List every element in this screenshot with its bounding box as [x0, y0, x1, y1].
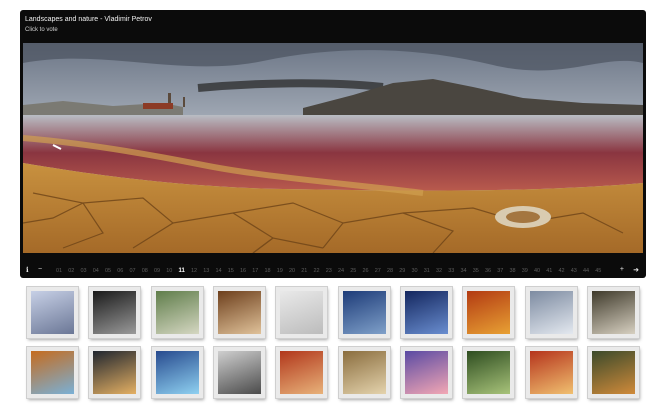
thumbnail-image	[93, 351, 137, 394]
thumbnail-image	[591, 351, 635, 394]
page-link-26[interactable]: 26	[362, 268, 368, 274]
page-link-02[interactable]: 02	[68, 268, 74, 274]
page-link-06[interactable]: 06	[117, 268, 123, 274]
page-link-12[interactable]: 12	[191, 268, 197, 274]
page-link-24[interactable]: 24	[338, 268, 344, 274]
share-icon[interactable]: ➜	[633, 266, 639, 274]
thumbnail-white-abstract[interactable]	[276, 287, 328, 338]
thumbnail-rock-canyon[interactable]	[213, 287, 265, 338]
page-link-33[interactable]: 33	[448, 268, 454, 274]
page-link-22[interactable]: 22	[313, 268, 319, 274]
thumbnail-green-forest[interactable]	[463, 347, 515, 398]
page-link-15[interactable]: 15	[228, 268, 234, 274]
thumbnail-blue-lake-night[interactable]	[338, 287, 390, 338]
photo-title: Landscapes and nature - Vladimir Petrov	[25, 16, 152, 23]
page-link-04[interactable]: 04	[93, 268, 99, 274]
thumbnail-image	[280, 351, 324, 394]
page-link-18[interactable]: 18	[264, 268, 270, 274]
thumbnail-ocean-blue[interactable]	[400, 287, 452, 338]
page-link-05[interactable]: 05	[105, 268, 111, 274]
page-link-38[interactable]: 38	[509, 268, 515, 274]
thumbnail-image	[342, 351, 386, 394]
thumbnail-grid	[27, 287, 639, 407]
thumbnail-image	[155, 291, 199, 334]
thumbnail-image	[342, 291, 386, 334]
thumbnail-red-sunrays[interactable]	[525, 347, 577, 398]
thumbnail-row	[27, 347, 639, 398]
page-link-42[interactable]: 42	[558, 268, 564, 274]
main-photo[interactable]	[23, 43, 643, 253]
thumbnail-cloudy-sky[interactable]	[525, 287, 577, 338]
thumbnail-image	[591, 291, 635, 334]
page-link-30[interactable]: 30	[411, 268, 417, 274]
page-link-09[interactable]: 09	[154, 268, 160, 274]
minus-icon[interactable]: −	[38, 266, 42, 273]
thumbnail-image	[467, 351, 511, 394]
page-link-34[interactable]: 34	[460, 268, 466, 274]
page-link-07[interactable]: 07	[130, 268, 136, 274]
thumbnail-reflection-water[interactable]	[213, 347, 265, 398]
page-link-29[interactable]: 29	[399, 268, 405, 274]
page-link-21[interactable]: 21	[301, 268, 307, 274]
thumbnail-purple-dusk[interactable]	[400, 347, 452, 398]
thumbnail-palm-forest[interactable]	[151, 287, 203, 338]
page-link-36[interactable]: 36	[485, 268, 491, 274]
page-link-28[interactable]: 28	[387, 268, 393, 274]
thumbnail-mountain-sunset[interactable]	[89, 347, 141, 398]
thumbnail-image	[529, 291, 573, 334]
thumbnail-image	[31, 291, 74, 334]
info-icon[interactable]: ℹ	[26, 266, 29, 274]
photo-viewer: Landscapes and nature - Vladimir Petrov …	[20, 10, 646, 278]
thumbnail-pine-trees[interactable]	[587, 287, 639, 338]
thumbnail-autumn-lake[interactable]	[27, 347, 78, 398]
page-link-17[interactable]: 17	[252, 268, 258, 274]
thumbnail-image	[529, 351, 573, 394]
page-link-27[interactable]: 27	[375, 268, 381, 274]
thumbnail-black-white-wave[interactable]	[89, 287, 141, 338]
landscape-photo	[23, 43, 643, 253]
page-link-19[interactable]: 19	[277, 268, 283, 274]
thumbnail-pier-foggy[interactable]	[27, 287, 78, 338]
page-link-03[interactable]: 03	[81, 268, 87, 274]
page-link-35[interactable]: 35	[473, 268, 479, 274]
pager-bar: ℹ − 01 02 03 04 05 06 07 08 09 10 11 12 13 14 15 16 17 18…	[24, 265, 642, 278]
thumbnail-sand-waves[interactable]	[338, 347, 390, 398]
page-link-13[interactable]: 13	[203, 268, 209, 274]
page-link-16[interactable]: 16	[240, 268, 246, 274]
page-link-37[interactable]: 37	[497, 268, 503, 274]
page-link-39[interactable]: 39	[522, 268, 528, 274]
page-list: 01 02 03 04 05 06 07 08 09 10 11 12 13 14 15 16 17 18 19 20…	[56, 268, 602, 274]
page-link-01[interactable]: 01	[56, 268, 62, 274]
page-link-14[interactable]: 14	[215, 268, 221, 274]
thumbnail-image	[93, 291, 137, 334]
thumbnail-image	[217, 291, 261, 334]
page-link-11[interactable]: 11	[179, 268, 185, 274]
page-link-10[interactable]: 10	[166, 268, 172, 274]
page-link-32[interactable]: 32	[436, 268, 442, 274]
thumbnail-image	[404, 291, 448, 334]
page-link-23[interactable]: 23	[326, 268, 332, 274]
page-link-45[interactable]: 45	[595, 268, 601, 274]
page-link-31[interactable]: 31	[424, 268, 430, 274]
thumbnail-image	[404, 351, 448, 394]
thumbnail-image	[280, 291, 324, 334]
thumbnail-image	[217, 351, 261, 394]
thumbnail-blue-lagoon[interactable]	[151, 347, 203, 398]
thumbnail-red-forest[interactable]	[276, 347, 328, 398]
page-link-41[interactable]: 41	[546, 268, 552, 274]
thumbnail-image	[31, 351, 74, 394]
thumbnail-image	[467, 291, 511, 334]
thumbnail-swamp-trees[interactable]	[587, 347, 639, 398]
page-link-43[interactable]: 43	[571, 268, 577, 274]
thumbnail-image	[155, 351, 199, 394]
thumbnail-row	[27, 287, 639, 338]
plus-icon[interactable]: +	[620, 266, 624, 273]
page-link-40[interactable]: 40	[534, 268, 540, 274]
page-link-25[interactable]: 25	[350, 268, 356, 274]
page-link-44[interactable]: 44	[583, 268, 589, 274]
page-link-20[interactable]: 20	[289, 268, 295, 274]
page-link-08[interactable]: 08	[142, 268, 148, 274]
thumbnail-autumn-alley[interactable]	[463, 287, 515, 338]
vote-link[interactable]: Click to vote	[25, 26, 58, 34]
